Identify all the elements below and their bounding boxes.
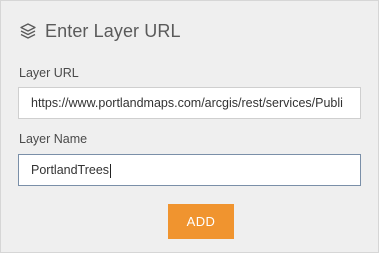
add-button[interactable]: ADD bbox=[168, 204, 234, 239]
layer-url-input[interactable]: https://www.portlandmaps.com/arcgis/rest… bbox=[18, 87, 361, 119]
layer-name-input[interactable]: PortlandTrees bbox=[18, 154, 361, 186]
text-cursor bbox=[110, 163, 112, 178]
layers-icon bbox=[19, 22, 37, 40]
layer-url-label: Layer URL bbox=[19, 66, 79, 80]
layer-url-value: https://www.portlandmaps.com/arcgis/rest… bbox=[31, 96, 343, 110]
panel-header: Enter Layer URL bbox=[19, 18, 181, 44]
layer-name-label: Layer Name bbox=[19, 132, 88, 146]
layer-name-value: PortlandTrees bbox=[31, 163, 110, 177]
panel-title: Enter Layer URL bbox=[45, 20, 181, 41]
enter-layer-url-panel: Enter Layer URL Layer URL https://www.po… bbox=[0, 0, 379, 253]
